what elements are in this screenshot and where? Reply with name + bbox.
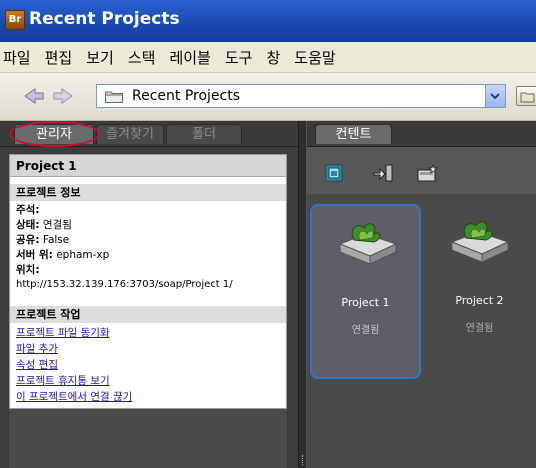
project-thumbnail[interactable]: Project 1 연결됨 (310, 204, 421, 379)
menu-stack[interactable]: 스택 (121, 47, 163, 68)
path-text: Recent Projects (132, 88, 241, 104)
project-name: Project 1 (341, 296, 390, 309)
disconnect-project-link[interactable]: 이 프로젝트에서 연결 끊기 (16, 389, 132, 404)
shared-value: False (42, 234, 70, 246)
tab-folders[interactable]: 폴더 (166, 124, 242, 144)
window-title: Recent Projects (29, 9, 180, 29)
add-files-link[interactable]: 파일 추가 (16, 341, 58, 356)
panel-splitter[interactable] (298, 121, 307, 468)
forward-arrow-icon[interactable] (53, 88, 73, 104)
server-value: epham-xp (56, 249, 110, 261)
shared-label: 공유: (16, 234, 40, 246)
project-info-box: Project 1 프로젝트 정보 주석: 상태: 연결됨 공유: False … (9, 154, 287, 409)
new-project-icon[interactable] (417, 164, 439, 182)
server-row: 서버 위: epham-xp (16, 247, 109, 262)
status-label: 상태: (16, 219, 40, 231)
menu-label[interactable]: 레이블 (162, 47, 217, 68)
manager-content: Project 1 프로젝트 정보 주석: 상태: 연결됨 공유: False … (9, 154, 287, 468)
project-status: 연결됨 (465, 323, 494, 334)
back-arrow-icon[interactable] (24, 88, 44, 104)
status-row: 상태: 연결됨 (16, 217, 72, 232)
bridge-logo-icon: Br (5, 10, 25, 30)
project-thumbnail[interactable]: Project 2 연결됨 (424, 204, 535, 379)
comment-row: 주석: (16, 202, 40, 217)
path-dropdown-button[interactable] (485, 85, 505, 107)
menu-window[interactable]: 창 (259, 47, 287, 68)
view-project-trash-link[interactable]: 프로젝트 휴지통 보기 (16, 373, 110, 388)
title-bar: Br Recent Projects (0, 0, 536, 42)
project-server-icon (450, 221, 510, 263)
location-label: 위치: (16, 264, 40, 276)
server-label: 서버 위: (16, 249, 53, 261)
content-panel: 컨텐트 Project 1 연결됨 Project 2 연결됨 (307, 121, 536, 468)
project-name-header: Project 1 (10, 155, 286, 177)
location-row: 위치: (16, 262, 40, 277)
left-panel: 관리자 즐겨찾기 폴더 Project 1 프로젝트 정보 주석: 상태: 연결… (0, 121, 298, 468)
content-toolbar (307, 147, 536, 194)
menu-tools[interactable]: 도구 (218, 47, 260, 68)
project-name: Project 2 (455, 294, 504, 307)
left-tab-strip: 관리자 즐겨찾기 폴더 (0, 121, 298, 147)
navigation-toolbar: Recent Projects (0, 73, 536, 121)
path-combobox[interactable]: Recent Projects (96, 84, 506, 108)
status-value: 연결됨 (42, 219, 72, 231)
comment-label: 주석: (16, 204, 40, 216)
right-tab-strip: 컨텐트 (307, 121, 536, 147)
import-icon[interactable] (373, 164, 393, 182)
menu-view[interactable]: 보기 (79, 47, 121, 68)
up-folder-button[interactable] (516, 86, 536, 106)
sync-project-files-link[interactable]: 프로젝트 파일 동기화 (16, 325, 110, 340)
project-server-icon (338, 223, 398, 265)
menu-bar: 파일 편집 보기 스택 레이블 도구 창 도움말 (0, 42, 536, 73)
folder-icon (105, 91, 123, 103)
tasks-section-header: 프로젝트 작업 (10, 306, 286, 323)
resize-grip-icon[interactable] (302, 455, 305, 465)
menu-file[interactable]: 파일 (0, 47, 38, 68)
info-section-header: 프로젝트 정보 (10, 184, 286, 201)
folder-up-icon (520, 92, 535, 103)
menu-edit[interactable]: 편집 (38, 47, 80, 68)
tab-content[interactable]: 컨텐트 (315, 124, 392, 144)
edit-properties-link[interactable]: 속성 편집 (16, 357, 58, 372)
location-value: http://153.32.139.176:3703/soap/Project … (16, 279, 233, 290)
tab-favorites[interactable]: 즐겨찾기 (96, 124, 164, 144)
content-area: Project 1 연결됨 Project 2 연결됨 (307, 194, 536, 468)
project-status: 연결됨 (351, 325, 380, 336)
project-view-icon[interactable] (325, 164, 343, 182)
shared-row: 공유: False (16, 232, 69, 247)
tab-manager[interactable]: 관리자 (14, 124, 94, 144)
chevron-down-icon (490, 93, 500, 100)
menu-help[interactable]: 도움말 (287, 47, 342, 68)
